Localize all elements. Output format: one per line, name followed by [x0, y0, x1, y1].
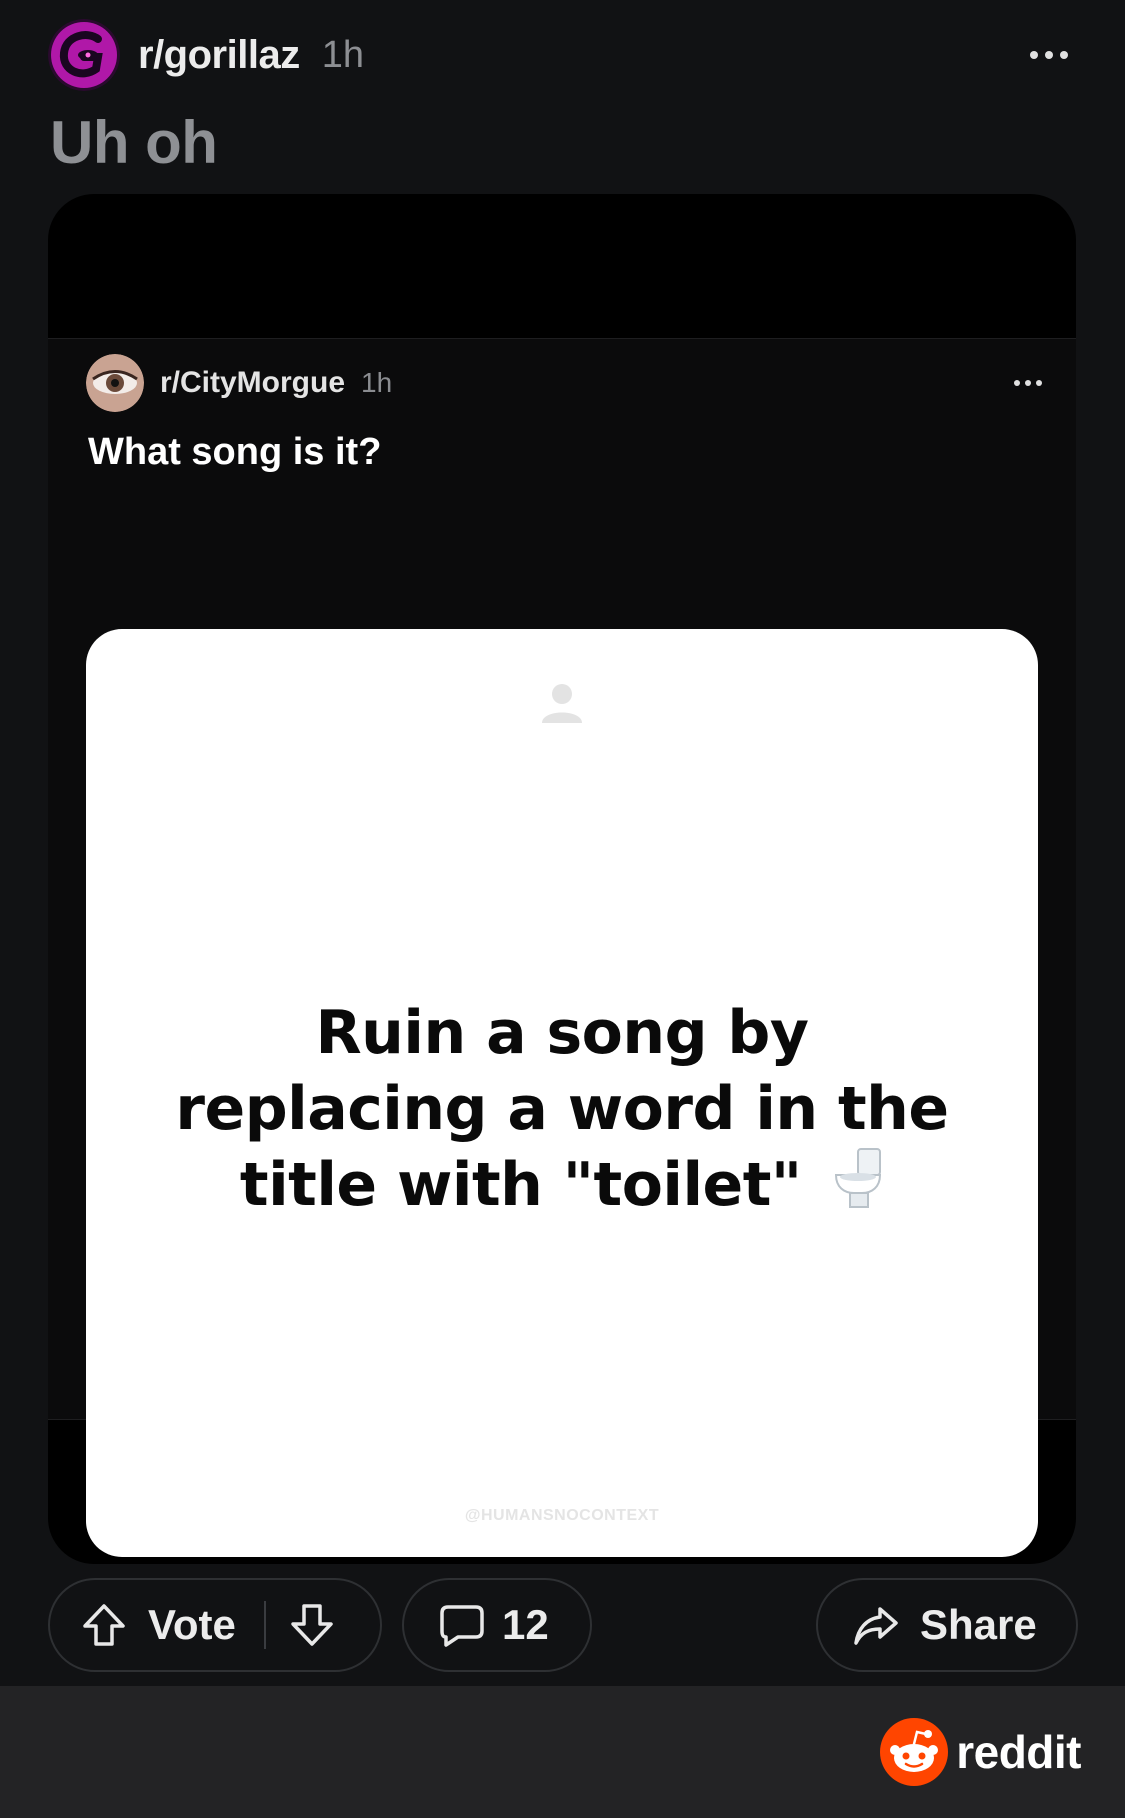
- downvote-icon[interactable]: [288, 1601, 336, 1649]
- share-button[interactable]: Share: [816, 1578, 1078, 1672]
- more-icon[interactable]: [1026, 35, 1072, 75]
- upvote-icon[interactable]: [80, 1601, 128, 1649]
- media-card[interactable]: r/CityMorgue 1h What song is it? Ruin a …: [48, 194, 1076, 1564]
- share-icon: [854, 1607, 898, 1645]
- comment-count: 12: [502, 1601, 549, 1648]
- vote-label: Vote: [148, 1601, 236, 1648]
- meme-text: Ruin a song by replacing a word in the t…: [156, 995, 968, 1223]
- embedded-post-time: 1h: [361, 367, 393, 398]
- subreddit-avatar[interactable]: [48, 19, 120, 91]
- vote-pill: Vote: [48, 1578, 382, 1672]
- person-icon: [542, 684, 582, 723]
- post-header: r/gorillaz 1h: [48, 18, 1078, 92]
- brand-wordmark: reddit: [956, 1726, 1081, 1778]
- embedded-post-title: What song is it?: [88, 431, 382, 473]
- toilet-icon: [835, 1148, 882, 1208]
- post-title[interactable]: Uh oh: [50, 108, 218, 177]
- comment-icon: [440, 1605, 484, 1647]
- footer-bar: reddit: [0, 1686, 1125, 1818]
- watermark: @HUMANSNOCONTEXT: [464, 1507, 660, 1524]
- action-bar: Vote 12 Share: [48, 1578, 1078, 1672]
- embedded-post-header: r/CityMorgue 1h: [86, 353, 1046, 413]
- subreddit-name[interactable]: r/gorillaz: [138, 33, 300, 78]
- comment-button[interactable]: 12: [402, 1578, 592, 1672]
- reddit-brand: reddit: [880, 1718, 1081, 1786]
- snoo-logo: [880, 1718, 949, 1786]
- embedded-subreddit-name[interactable]: r/CityMorgue: [160, 366, 345, 400]
- embedded-post[interactable]: r/CityMorgue 1h What song is it? Ruin a …: [48, 338, 1076, 1557]
- post-time: 1h: [321, 33, 364, 76]
- embedded-more-icon: [1010, 368, 1046, 398]
- embedded-subreddit-avatar: [86, 354, 144, 412]
- vote-divider: [263, 1601, 266, 1649]
- share-label: Share: [920, 1601, 1037, 1648]
- meme-image: Ruin a song by replacing a word in the t…: [86, 629, 1038, 1557]
